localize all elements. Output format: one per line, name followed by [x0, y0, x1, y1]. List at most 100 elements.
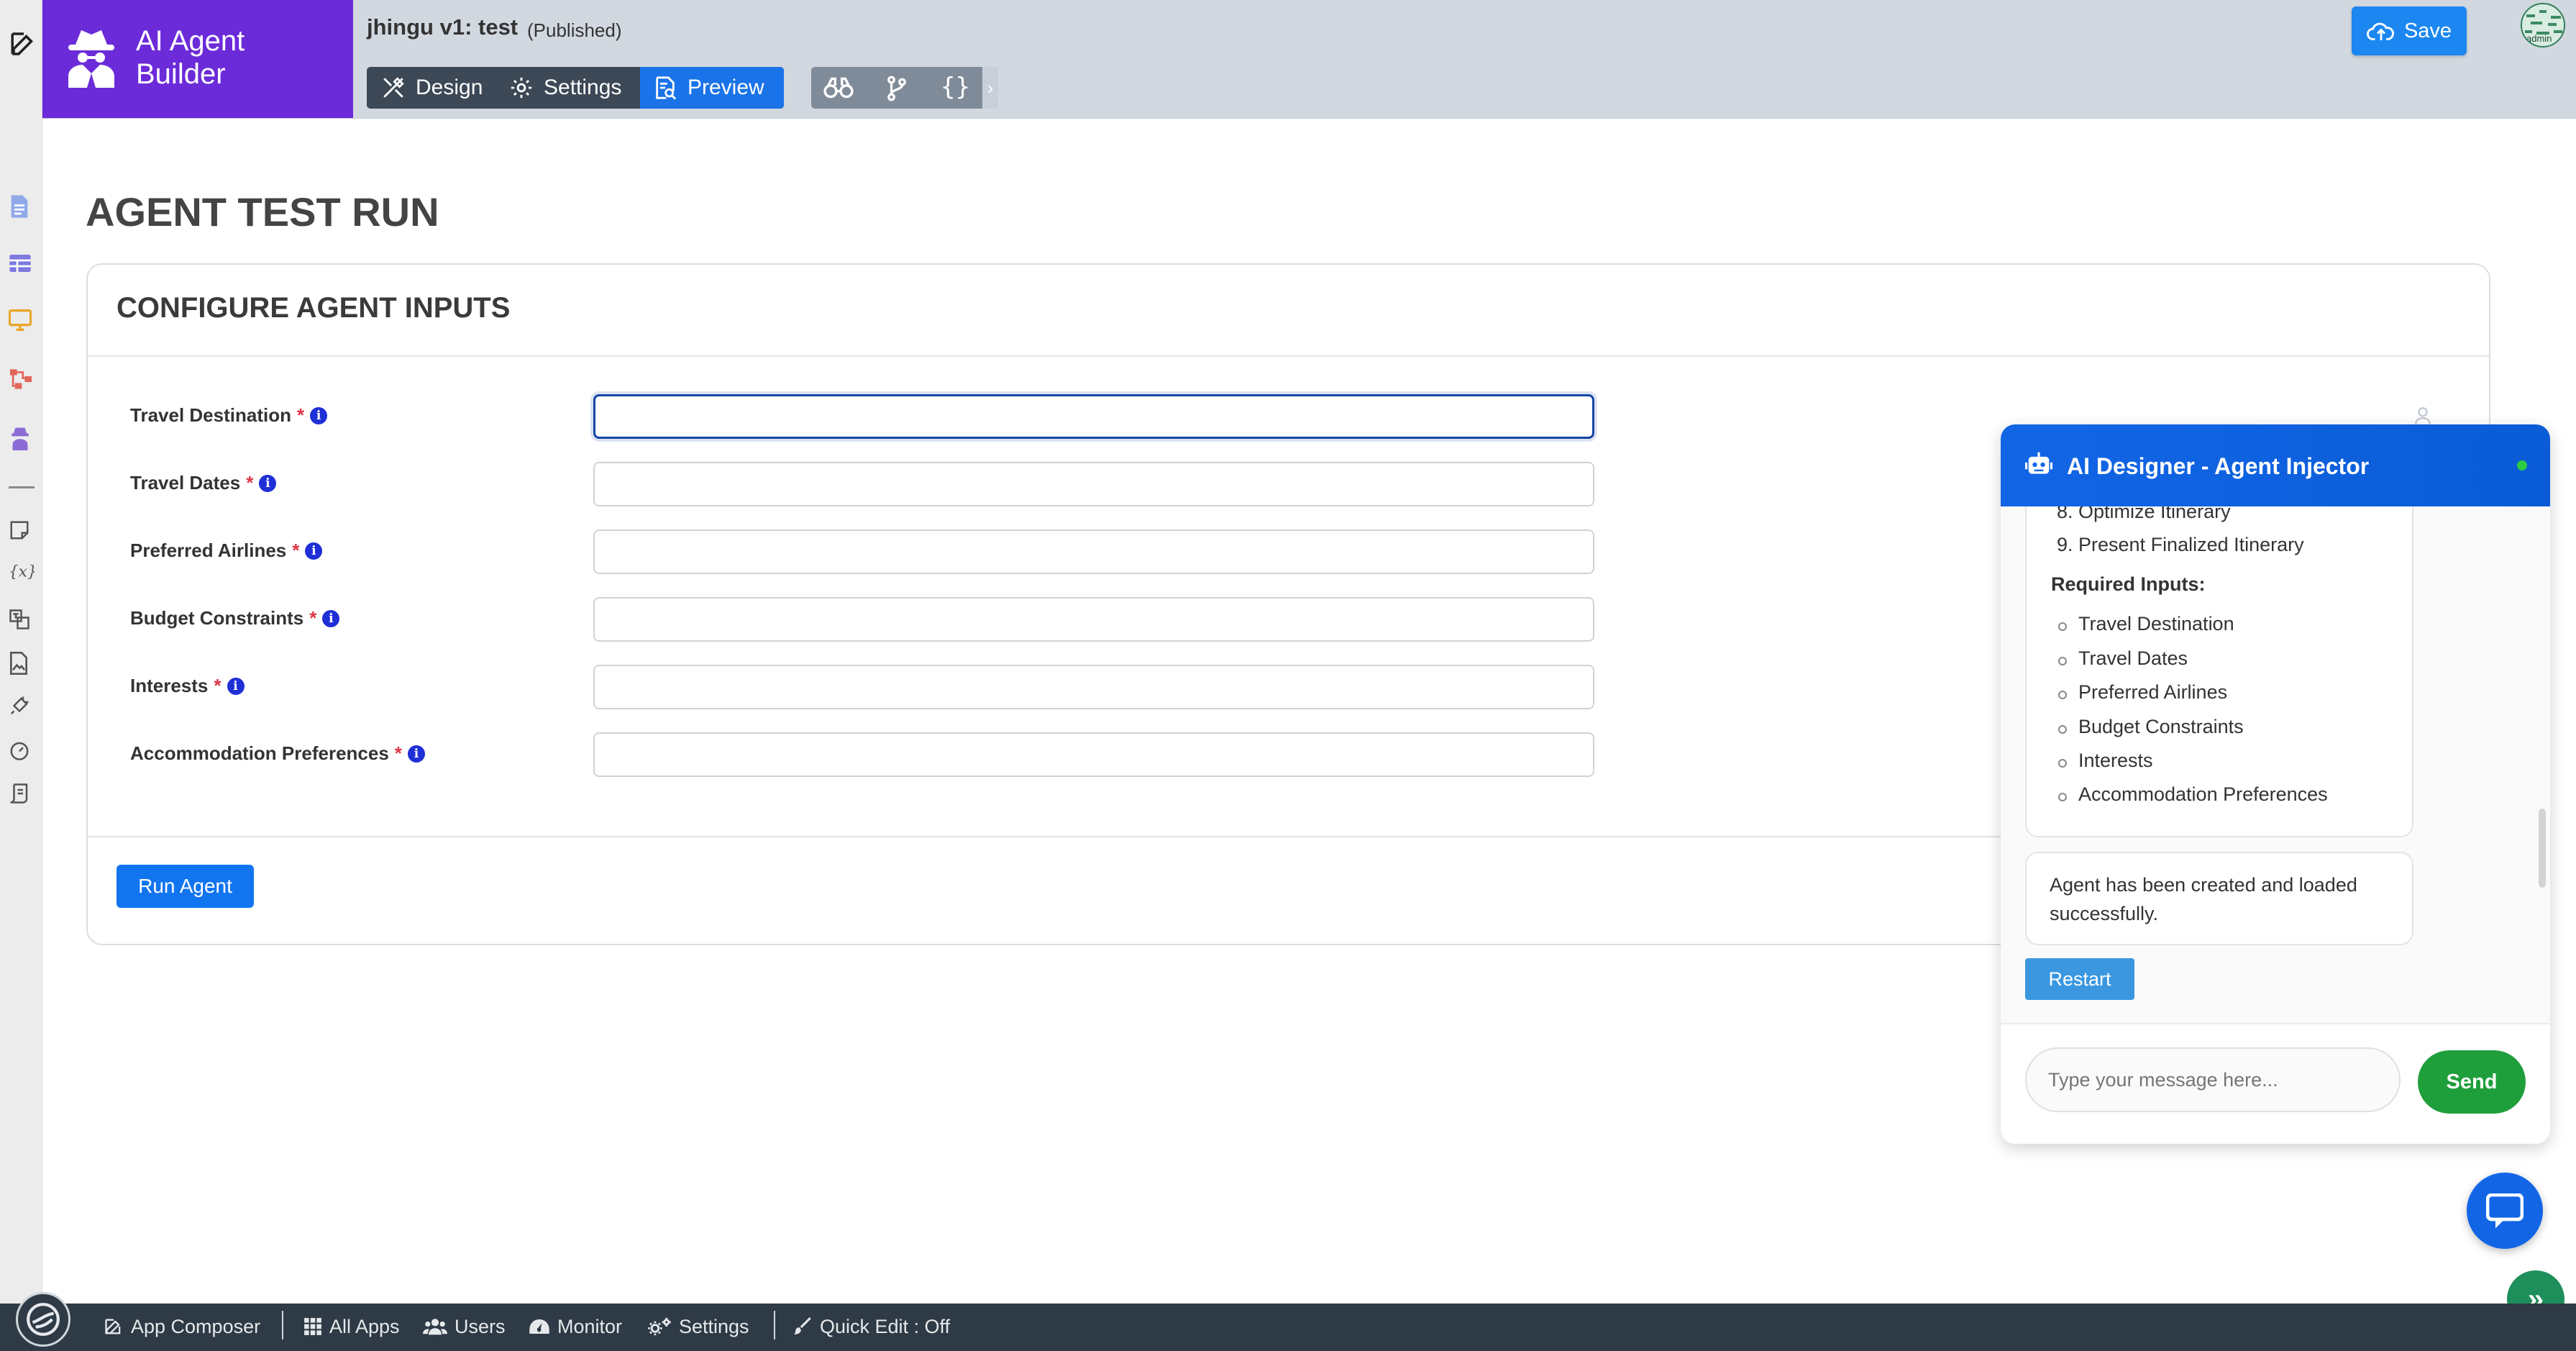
tab-settings[interactable]: Settings — [509, 67, 639, 109]
mode-tabs: Design Settings Preview — [367, 67, 784, 109]
list-item: Travel Destination — [2058, 613, 2234, 634]
chat-title: AI Designer - Agent Injector — [2067, 453, 2370, 479]
agent-icon[interactable] — [9, 426, 35, 452]
preferred-airlines-input[interactable] — [593, 529, 1594, 574]
quick-edit-toggle[interactable]: Quick Edit : Off — [794, 1312, 950, 1341]
card-divider — [88, 836, 2001, 837]
note-icon[interactable] — [9, 519, 35, 545]
profile-icon — [2413, 405, 2433, 425]
avatar[interactable]: admin — [2521, 3, 2565, 47]
gauge-icon — [529, 1319, 549, 1334]
translate-icon[interactable] — [9, 609, 35, 634]
app-composer-link[interactable]: App Composer — [104, 1312, 260, 1341]
list-item: Travel Dates — [2057, 647, 2188, 669]
save-button[interactable]: Save — [2352, 6, 2467, 55]
field-label-destination: Travel Destination * i — [130, 404, 328, 427]
info-icon[interactable]: i — [310, 406, 328, 424]
run-agent-button[interactable]: Run Agent — [117, 865, 254, 908]
status-message: Agent has been created and loaded succes… — [2050, 874, 2357, 924]
travel-dates-input[interactable] — [593, 462, 1594, 506]
table-icon[interactable] — [9, 253, 35, 279]
card-divider — [88, 355, 2489, 357]
users-icon — [423, 1319, 447, 1335]
restart-button[interactable]: Restart — [2025, 958, 2134, 1000]
variables-icon[interactable]: {x} — [9, 560, 35, 586]
chat-composer: Send — [2001, 1023, 2550, 1144]
field-label-accommodation: Accommodation Preferences * i — [130, 742, 425, 765]
list-item: Accommodation Preferences — [2058, 783, 2328, 805]
list-item: Preferred Airlines — [2057, 681, 2228, 703]
chat-message-input[interactable] — [2025, 1047, 2401, 1112]
list-item: Budget Constraints — [2058, 716, 2244, 737]
tab-preview[interactable]: Preview — [640, 67, 784, 109]
rail-divider — [9, 486, 35, 488]
field-label-interests: Interests * i — [130, 675, 245, 697]
interests-input[interactable] — [593, 665, 1594, 709]
field-label-budget: Budget Constraints * i — [130, 607, 340, 629]
app-title: jhingu v1: test — [367, 14, 519, 40]
list-item: 9. Present Finalized Itinerary — [2057, 534, 2304, 555]
left-rail: {x} — [0, 0, 42, 1304]
info-icon[interactable]: i — [227, 677, 245, 695]
svg-text:{x}: {x} — [9, 563, 35, 581]
field-label-airlines: Preferred Airlines * i — [130, 540, 323, 562]
list-item: 8. Optimize Itinerary — [2057, 506, 2231, 522]
card-title: CONFIGURE AGENT INPUTS — [117, 292, 511, 324]
online-status-dot — [2517, 460, 2527, 470]
chat-messages[interactable]: 8. Optimize Itinerary 9. Present Finaliz… — [2001, 506, 2550, 1023]
budget-constraints-input[interactable] — [593, 597, 1594, 642]
send-button[interactable]: Send — [2418, 1050, 2526, 1114]
avatar-label: admin — [2526, 33, 2552, 44]
all-apps-link[interactable]: All Apps — [303, 1312, 400, 1341]
monitor-icon[interactable] — [9, 309, 35, 335]
app-status: (Published) — [527, 19, 622, 41]
monitor-link[interactable]: Monitor — [529, 1312, 622, 1341]
settings-link[interactable]: Settings — [647, 1312, 749, 1341]
chat-panel: AI Designer - Agent Injector 8. Optimize… — [2001, 424, 2550, 1144]
agent-message-bubble: 8. Optimize Itinerary 9. Present Finaliz… — [2025, 506, 2413, 837]
binoculars-icon[interactable] — [823, 76, 854, 100]
gear-icon — [511, 77, 532, 99]
accommodation-preferences-input[interactable] — [593, 732, 1594, 777]
page-title: AGENT TEST RUN — [86, 189, 439, 235]
script-icon[interactable] — [9, 783, 35, 809]
document-icon[interactable] — [9, 194, 35, 220]
tab-design[interactable]: Design — [381, 67, 503, 109]
chat-header: AI Designer - Agent Injector — [2001, 424, 2550, 506]
chat-bubble-icon — [2486, 1193, 2524, 1228]
grid-icon — [304, 1318, 321, 1335]
info-icon[interactable]: i — [322, 609, 340, 627]
edit-icon — [105, 1319, 121, 1334]
chevron-right-icon[interactable]: › — [982, 67, 998, 109]
robot-icon — [2025, 452, 2052, 478]
list-item: Interests — [2058, 750, 2153, 771]
workflow-icon[interactable] — [9, 368, 35, 394]
info-icon[interactable]: i — [407, 745, 425, 763]
brand-name: AI Agent Builder — [136, 25, 245, 90]
field-label-dates: Travel Dates * i — [130, 472, 277, 494]
agent-message-bubble: Agent has been created and loaded succes… — [2025, 852, 2413, 945]
dashboard-icon[interactable] — [9, 740, 35, 765]
spy-agent-icon — [63, 27, 120, 88]
edit-icon[interactable] — [9, 29, 35, 55]
required-inputs-heading: Required Inputs: — [2051, 573, 2206, 595]
chat-toggle-button[interactable] — [2467, 1173, 2543, 1249]
branch-icon[interactable] — [886, 76, 908, 101]
gears-icon — [648, 1317, 671, 1336]
travel-destination-input[interactable] — [593, 394, 1594, 439]
info-icon[interactable]: i — [259, 474, 277, 492]
brush-icon — [794, 1317, 811, 1334]
tool-buttons: {} › — [811, 67, 998, 109]
code-braces-icon[interactable]: {} — [941, 73, 970, 101]
bottom-separator — [282, 1311, 283, 1339]
users-link[interactable]: Users — [423, 1312, 506, 1341]
image-file-icon[interactable] — [9, 652, 35, 678]
cloud-upload-icon — [2367, 22, 2394, 40]
info-icon[interactable]: i — [305, 542, 323, 560]
design-tools-icon — [383, 77, 404, 98]
chat-scrollbar[interactable] — [2539, 809, 2546, 888]
platform-logo-icon[interactable] — [16, 1292, 70, 1347]
preview-doc-icon — [656, 76, 677, 100]
plugin-icon[interactable] — [9, 695, 35, 721]
brand-block[interactable]: AI Agent Builder — [42, 0, 353, 118]
